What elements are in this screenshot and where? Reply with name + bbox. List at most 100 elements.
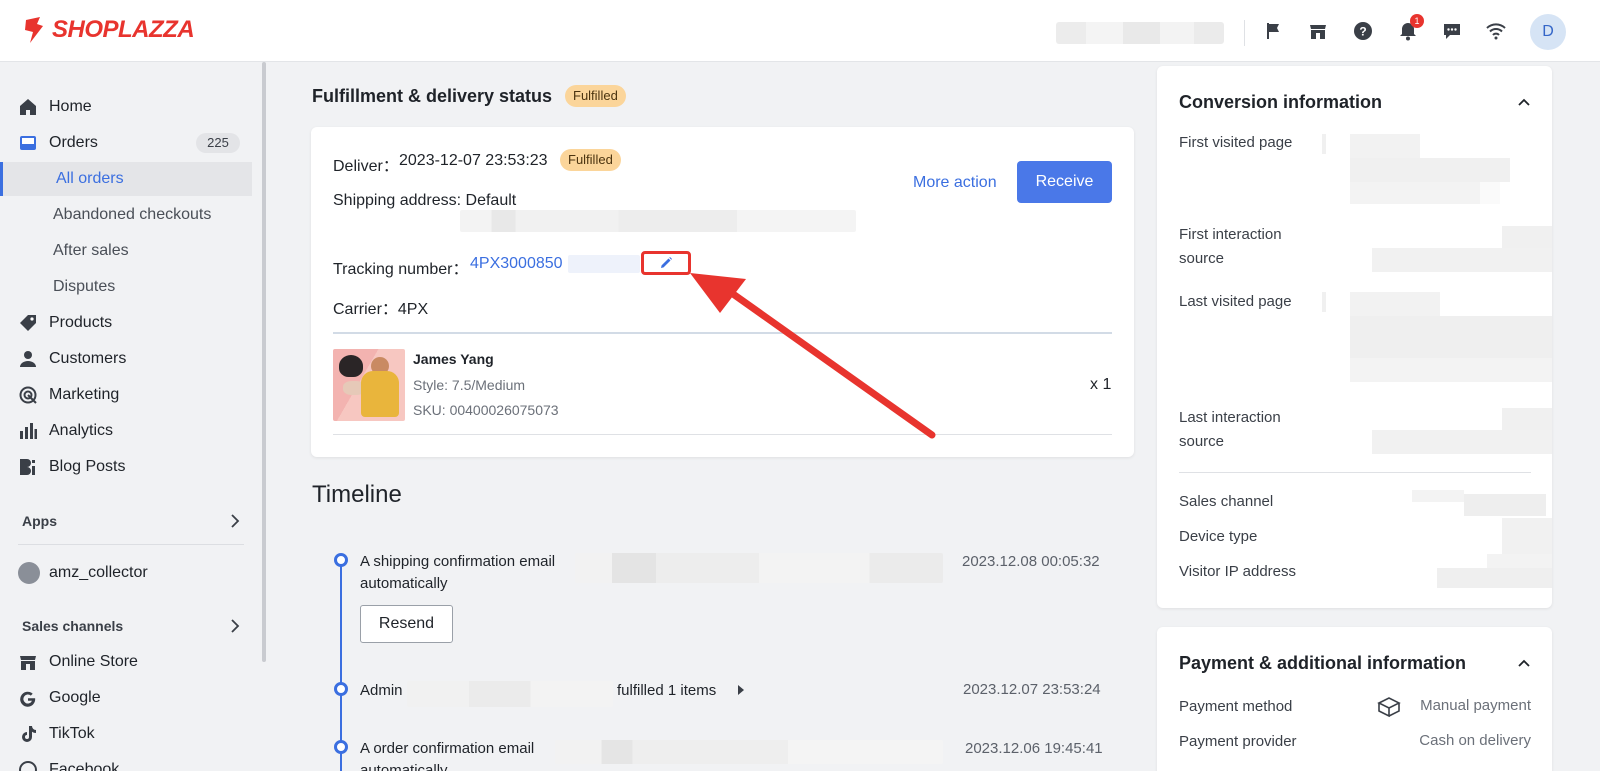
timeline-event-text: Admin (360, 682, 403, 699)
sidebar-item-label: After sales (53, 242, 129, 259)
product-sku: SKU: 00400026075073 (413, 402, 559, 418)
last-interaction-blurred (1372, 408, 1552, 456)
sidebar-item-online-store[interactable]: Online Store (0, 645, 252, 679)
sidebar-item-orders[interactable]: Orders 225 (0, 126, 252, 160)
sidebar-item-google[interactable]: Google (0, 681, 252, 715)
chat-icon[interactable] (1440, 19, 1464, 43)
sidebar-item-products[interactable]: Products (0, 306, 252, 340)
payment-title: Payment & additional information (1179, 653, 1467, 673)
brand-logo[interactable]: SHOPLAZZA (22, 16, 195, 44)
sidebar-item-marketing[interactable]: Marketing (0, 378, 252, 412)
brand-name: SHOPLAZZA (52, 16, 195, 43)
help-icon[interactable]: ? (1351, 19, 1375, 43)
sidebar-item-analytics[interactable]: Analytics (0, 414, 252, 448)
sidebar-item-label: All orders (56, 170, 124, 187)
divider (1179, 472, 1531, 473)
tracking-number-blurred (568, 255, 640, 273)
device-type-label: Device type (1179, 528, 1258, 545)
deliver-time: 2023-12-07 23:53:23 (399, 152, 548, 169)
receive-button[interactable]: Receive (1017, 161, 1112, 203)
wifi-icon[interactable] (1484, 19, 1508, 43)
sidebar-item-label: Products (49, 314, 113, 331)
timeline-timestamp: 2023.12.06 19:45:41 (965, 740, 1103, 757)
sidebar-item-abandoned-checkouts[interactable]: Abandoned checkouts (0, 198, 252, 232)
first-visited-label: First visited page (1179, 134, 1293, 151)
sidebar-item-label: Customers (49, 350, 127, 367)
timeline-event-text: fulfilled 1 items (617, 682, 717, 699)
timeline-dot (334, 740, 348, 754)
tag-icon (19, 314, 37, 332)
caret-right-icon[interactable] (737, 684, 745, 696)
sidebar-item-label: TikTok (49, 725, 95, 742)
top-divider (1244, 20, 1245, 46)
sidebar-scrollbar[interactable] (262, 62, 266, 662)
payment-provider-label: Payment provider (1179, 733, 1297, 750)
fulfillment-section-title: Fulfillment & delivery status (312, 86, 553, 106)
avatar[interactable]: D (1530, 14, 1566, 50)
tracking-label: Tracking number： (333, 261, 469, 278)
timeline-timestamp: 2023.12.07 23:53:24 (963, 681, 1101, 698)
timeline-event-text: automatically (360, 575, 448, 592)
timeline-event-text: A order confirmation email (360, 740, 535, 757)
sidebar-item-facebook[interactable]: Facebook (0, 753, 252, 771)
sidebar-item-label: Disputes (53, 278, 116, 295)
chevron-right-icon[interactable] (230, 514, 240, 528)
sidebar-item-label: Google (49, 689, 101, 706)
resend-button[interactable]: Resend (360, 605, 453, 643)
chevron-right-icon[interactable] (230, 619, 240, 633)
sidebar-item-customers[interactable]: Customers (0, 342, 252, 376)
sidebar-item-label: Blog Posts (49, 458, 126, 475)
timeline-event-text: A shipping confirmation email (360, 553, 556, 570)
flag-icon[interactable] (1262, 19, 1286, 43)
store-icon[interactable] (1306, 19, 1330, 43)
more-action-button[interactable]: More action (913, 174, 997, 192)
conversion-card: Conversion information First visited pag… (1157, 66, 1552, 608)
bell-icon[interactable]: 1 (1396, 14, 1424, 43)
top-bar: SHOPLAZZA ? 1 D (0, 0, 1600, 62)
sidebar-item-tiktok[interactable]: TikTok (0, 717, 252, 751)
notification-badge: 1 (1410, 14, 1424, 28)
timeline-dot (334, 682, 348, 696)
blog-icon (19, 458, 37, 476)
status-badge: Fulfilled (565, 85, 626, 107)
sidebar-item-blog-posts[interactable]: Blog Posts (0, 450, 252, 484)
shipping-address: Shipping address: Default (333, 192, 517, 209)
shoplazza-logo-icon (25, 17, 43, 43)
google-icon (19, 689, 37, 707)
sidebar-item-label: Marketing (49, 386, 120, 403)
sidebar-item-amz-collector[interactable]: amz_collector (0, 556, 252, 590)
chevron-up-icon[interactable] (1517, 97, 1531, 107)
payment-method-value: Manual payment (1420, 697, 1531, 714)
payment-method-label: Payment method (1179, 698, 1293, 715)
first-interaction-label: First interaction source (1179, 226, 1282, 267)
orders-count-badge: 225 (196, 133, 240, 153)
first-visited-blurred (1322, 134, 1552, 206)
store-name-blurred[interactable] (1056, 22, 1224, 44)
sales-channel-label: Sales channel (1179, 493, 1274, 510)
sidebar-item-home[interactable]: Home (0, 90, 252, 124)
timeline-timestamp: 2023.12.08 00:05:32 (962, 553, 1100, 570)
visitor-ip-label: Visitor IP address (1179, 563, 1297, 580)
sidebar-item-label: Orders (49, 134, 98, 151)
sidebar-item-label: Abandoned checkouts (53, 206, 212, 223)
deliver-label: Deliver： (333, 158, 399, 175)
sidebar-item-all-orders[interactable]: All orders (0, 162, 252, 196)
address-blurred (460, 210, 856, 232)
sidebar-item-after-sales[interactable]: After sales (0, 234, 252, 268)
product-style: Style: 7.5/Medium (413, 377, 526, 393)
store-icon (19, 653, 37, 671)
sidebar-item-disputes[interactable]: Disputes (0, 270, 252, 304)
tracking-number-link[interactable]: 4PX3000850 (470, 255, 563, 273)
product-name[interactable]: James Yang (413, 351, 494, 367)
product-thumbnail[interactable] (333, 349, 405, 421)
sidebar-item-label: Analytics (49, 422, 114, 439)
home-icon (19, 98, 37, 116)
chevron-up-icon[interactable] (1517, 658, 1531, 668)
admin-name-blurred (407, 681, 613, 707)
facebook-icon (19, 761, 37, 771)
sales-channel-blurred (1412, 490, 1552, 516)
last-visited-label: Last visited page (1179, 293, 1292, 310)
sidebar-item-label: Home (49, 98, 92, 115)
tiktok-icon (19, 725, 37, 743)
annotation-arrow-icon (690, 273, 936, 439)
